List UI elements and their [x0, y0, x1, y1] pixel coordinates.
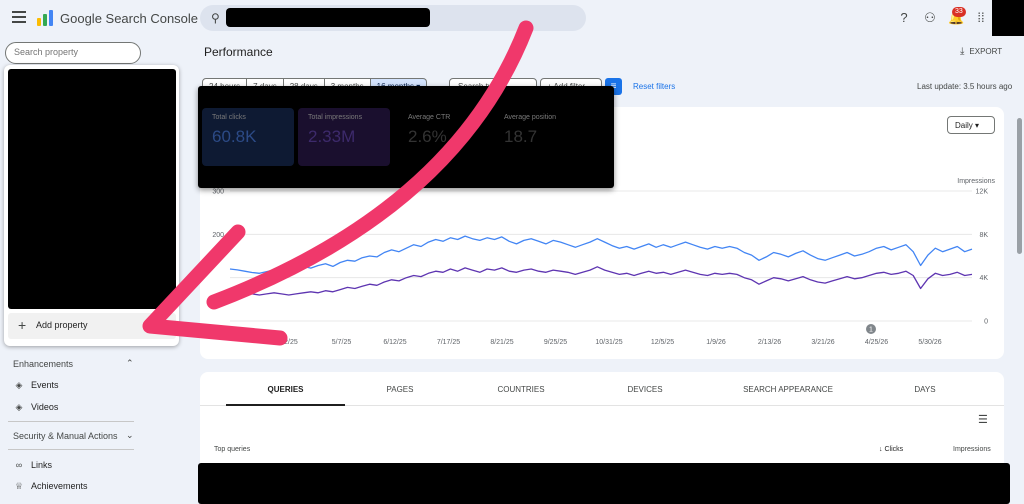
sidebar: + Add property Enhancements ⌃ ◈ Events ◈ V…	[0, 36, 190, 504]
sidebar-item-label: Videos	[31, 402, 59, 412]
page-scrollbar[interactable]	[1017, 118, 1022, 254]
divider	[8, 449, 134, 450]
metric-average-ctr[interactable]: Average CTR 2.6%	[398, 108, 490, 166]
tab-countries[interactable]: COUNTRIES	[481, 385, 561, 394]
add-property-label: Add property	[36, 320, 88, 330]
x-axis-tick-label: 6/12/25	[383, 339, 406, 346]
divider	[8, 421, 134, 422]
layers-icon: ◈	[15, 402, 23, 412]
property-dropdown: + Add property	[4, 65, 179, 346]
x-axis-tick-label: 8/21/25	[490, 339, 513, 346]
layers-icon: ◈	[15, 380, 23, 390]
sort-arrow-icon: ↓	[879, 446, 883, 453]
metric-value: 18.7	[504, 127, 538, 146]
last-update-text: Last update: 3.5 hours ago	[917, 82, 1013, 91]
metric-value: 2.33M	[308, 127, 356, 146]
redacted-metrics-panel: Total clicks 60.8K Total impressions 2.3…	[198, 86, 614, 188]
help-icon[interactable]: ?	[896, 10, 912, 26]
tab-pages[interactable]: PAGES	[360, 385, 440, 394]
add-property-button[interactable]: + Add property	[8, 313, 176, 339]
annotation-marker-label: 1	[869, 327, 873, 334]
sidebar-item-label: Events	[31, 380, 59, 390]
export-button[interactable]: ⤓ EXPORT	[960, 46, 1002, 57]
chevron-down-icon[interactable]: ⌄	[126, 430, 134, 441]
left-axis-tick-label: 200	[212, 232, 224, 239]
sidebar-item-achievements[interactable]: ♕ Achievements	[13, 481, 88, 492]
x-axis-tick-label: 4/25/26	[865, 339, 888, 346]
tab-queries[interactable]: QUERIES	[226, 385, 345, 394]
plus-icon: +	[18, 317, 27, 333]
metric-average-position[interactable]: Average position 18.7	[494, 108, 586, 166]
column-header-impressions[interactable]: Impressions	[953, 446, 991, 453]
app-title: Google Search Console	[60, 11, 199, 26]
x-axis-tick-label: 2/13/26	[758, 339, 781, 346]
x-axis-tick-label: 4/2/25	[278, 339, 298, 346]
reset-filters-link[interactable]: Reset filters	[633, 82, 675, 91]
granularity-label: Daily	[955, 121, 973, 130]
sidebar-item-label: Achievements	[31, 481, 88, 491]
column-header-clicks-label: Clicks	[884, 446, 904, 453]
metric-label: Total impressions	[308, 114, 363, 121]
metric-total-clicks[interactable]: Total clicks 60.8K	[202, 108, 294, 166]
tab-search-appearance[interactable]: SEARCH APPEARANCE	[728, 385, 848, 394]
x-axis-tick-label: 1/9/26	[706, 339, 726, 346]
left-axis-tick-label: 300	[212, 189, 224, 196]
tab-days[interactable]: DAYS	[885, 385, 965, 394]
metric-label: Average position	[504, 114, 557, 121]
nav-section-security[interactable]: Security & Manual Actions	[13, 431, 118, 441]
download-icon: ⤓	[960, 46, 965, 57]
redacted-property-list	[8, 69, 176, 309]
column-header-query: Top queries	[214, 446, 251, 453]
series-line	[229, 266, 973, 296]
right-axis-tick-label: 8K	[979, 232, 988, 239]
top-bar: Google Search Console ⚲ ? ⚇ 🔔 33 ⁞⁞	[0, 0, 1024, 36]
sidebar-item-videos[interactable]: ◈ Videos	[13, 402, 59, 413]
series-line	[229, 235, 973, 274]
search-console-logo	[37, 10, 53, 26]
manage-users-icon[interactable]: ⚇	[922, 10, 938, 26]
chevron-up-icon[interactable]: ⌃	[126, 358, 134, 369]
x-axis-tick-label: 10/31/25	[595, 339, 622, 346]
metric-value: 60.8K	[212, 127, 257, 146]
x-axis-tick-label: 5/30/26	[918, 339, 941, 346]
property-search[interactable]	[5, 42, 141, 64]
metric-label: Total clicks	[212, 114, 246, 121]
redacted-search-text	[226, 8, 430, 27]
granularity-dropdown[interactable]: Daily ▾	[947, 116, 995, 134]
right-axis-tick-label: 0	[984, 319, 988, 326]
export-label: EXPORT	[969, 47, 1003, 56]
main-menu-button[interactable]	[12, 11, 26, 23]
apps-grid-icon[interactable]: ⁞⁞	[973, 10, 989, 26]
notification-badge: 33	[952, 7, 966, 17]
x-axis-tick-label: 9/25/25	[544, 339, 567, 346]
avatar[interactable]	[992, 0, 1024, 36]
x-axis-tick-label: 5/7/25	[332, 339, 352, 346]
metric-total-impressions[interactable]: Total impressions 2.33M	[298, 108, 390, 166]
sidebar-item-events[interactable]: ◈ Events	[13, 380, 59, 391]
metric-label: Average CTR	[408, 114, 451, 121]
trophy-icon: ♕	[14, 481, 24, 491]
x-axis-tick-label: 12/5/25	[651, 339, 674, 346]
right-axis-tick-label: 4K	[979, 275, 988, 282]
selected-tab-indicator	[226, 404, 345, 406]
sidebar-item-label: Links	[31, 460, 53, 470]
column-header-clicks[interactable]: ↓ Clicks	[879, 446, 903, 453]
redacted-table-rows	[198, 463, 1010, 504]
inspect-url-search[interactable]: ⚲	[200, 5, 586, 31]
tab-devices[interactable]: DEVICES	[605, 385, 685, 394]
right-axis-title: Impressions	[957, 178, 995, 185]
property-search-input[interactable]	[14, 47, 134, 57]
performance-line-chart: 12K 8K 4K 0 Impressions 300 200 4/2/25 5/7/25 6/1…	[212, 178, 995, 346]
sidebar-item-links[interactable]: ∞ Links	[13, 460, 52, 470]
x-axis-tick-label: 3/21/26	[811, 339, 834, 346]
link-icon: ∞	[15, 460, 23, 470]
search-icon: ⚲	[211, 11, 220, 25]
right-axis-tick-label: 12K	[976, 189, 989, 196]
table-filter-icon[interactable]: ☰	[978, 413, 988, 426]
nav-section-enhancements[interactable]: Enhancements	[13, 359, 73, 369]
metric-value: 2.6%	[408, 127, 447, 146]
page-title: Performance	[204, 45, 273, 59]
x-axis-tick-label: 7/17/25	[437, 339, 460, 346]
